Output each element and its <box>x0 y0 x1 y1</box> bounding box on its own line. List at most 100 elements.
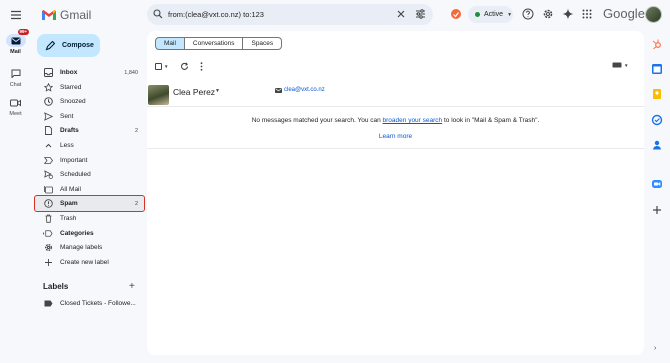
status-label: Active <box>484 11 504 18</box>
chevron-down-icon[interactable]: ▼ <box>215 88 220 94</box>
search-input[interactable] <box>168 8 388 21</box>
main-panel: Mail Conversations Spaces ▼ ▼ Clea Perez… <box>147 31 644 355</box>
chip-mail[interactable]: Mail <box>155 37 185 50</box>
chip-conversations[interactable]: Conversations <box>184 37 244 50</box>
sidebar-item-label: Important <box>60 156 88 164</box>
gear-icon <box>43 243 53 252</box>
sidebar-item-count: 1,840 <box>124 69 138 76</box>
gemini-sparkle-icon[interactable] <box>562 8 574 20</box>
sidebar-item-manage-labels[interactable]: Manage labels <box>35 240 144 255</box>
label-item[interactable]: Closed Tickets - Followe... <box>35 296 144 311</box>
keep-icon[interactable] <box>651 88 663 100</box>
compose-label: Compose <box>62 42 94 49</box>
input-tools-dropdown[interactable]: ▼ <box>612 62 628 68</box>
close-icon[interactable] <box>396 9 406 19</box>
all-mail-icon <box>43 185 53 194</box>
chevron-down-icon: ▼ <box>507 11 513 18</box>
sidebar-item-label: Manage labels <box>60 244 103 252</box>
contact-email-link[interactable]: clea@vxt.co.nz <box>284 87 325 93</box>
sidebar-item-all-mail[interactable]: All Mail <box>35 182 144 197</box>
sidebar-item-create-new-label[interactable]: Create new label <box>35 255 144 270</box>
scheduled-icon <box>43 170 53 180</box>
sidebar-item-label: Sent <box>60 112 74 120</box>
envelope-icon <box>275 88 282 93</box>
sidebar-item-label: Drafts <box>60 127 79 135</box>
sidebar-item-label: Spam <box>60 200 78 208</box>
chat-icon <box>11 69 20 78</box>
labels-heading: Labels <box>43 282 69 291</box>
refresh-icon[interactable] <box>180 62 189 71</box>
sidebar-item-drafts[interactable]: Drafts 2 <box>35 123 144 138</box>
sidebar-item-inbox[interactable]: Inbox 1,840 <box>35 65 144 80</box>
sidebar-item-count: 2 <box>134 200 138 207</box>
search-options-icon[interactable] <box>415 9 426 19</box>
status-dot <box>475 12 480 17</box>
mail-icon <box>11 37 20 44</box>
search-chips: Mail Conversations Spaces <box>155 37 283 50</box>
help-icon[interactable] <box>522 8 534 20</box>
sidebar-item-label: Categories <box>60 229 94 237</box>
pencil-icon <box>45 40 55 50</box>
rail-mail[interactable]: 99+ Mail <box>0 29 31 55</box>
rail-label-meet: Meet <box>9 111 22 117</box>
sidebar-item-starred[interactable]: Starred <box>35 80 144 95</box>
chevron-up-icon <box>43 141 53 150</box>
google-account-label[interactable]: Google <box>603 6 645 21</box>
send-icon <box>43 112 53 121</box>
compose-button[interactable]: Compose <box>37 34 100 57</box>
chip-spaces[interactable]: Spaces <box>243 37 283 50</box>
chevron-down-icon: ▼ <box>624 62 629 68</box>
learn-more-link[interactable]: Learn more <box>147 133 644 140</box>
sidebar-item-snoozed[interactable]: Snoozed <box>35 94 144 109</box>
empty-text-prefix: No messages matched your search. You can <box>251 117 383 124</box>
search-icon[interactable] <box>153 9 163 19</box>
sidebar-item-label: All Mail <box>60 185 81 193</box>
rail-chat[interactable]: Chat <box>0 67 31 88</box>
sidebar-item-label: Inbox <box>60 69 78 76</box>
chevron-down-icon[interactable]: ▼ <box>164 64 168 69</box>
inbox-icon <box>43 68 53 77</box>
gmail-logo[interactable]: Gmail <box>41 7 91 23</box>
chevron-right-icon[interactable]: › <box>654 345 656 352</box>
sidebar-item-less[interactable]: Less <box>35 138 144 153</box>
main-menu-icon[interactable] <box>9 8 23 22</box>
gear-icon[interactable] <box>542 8 554 20</box>
sidebar-item-important[interactable]: Important <box>35 153 144 168</box>
contact-card: Clea Perez ▼ clea@vxt.co.nz <box>147 83 644 107</box>
sidebar-item-trash[interactable]: Trash <box>35 211 144 226</box>
clock-icon <box>43 97 53 106</box>
draft-icon <box>43 126 53 136</box>
list-toolbar: ▼ <box>155 62 203 71</box>
label-item-label: Closed Tickets - Followe... <box>60 300 136 307</box>
plus-icon <box>43 258 53 267</box>
broaden-search-link[interactable]: broaden your search <box>383 117 443 124</box>
tasks-icon[interactable] <box>651 114 663 126</box>
add-addon-icon[interactable] <box>651 204 663 216</box>
apps-grid-icon[interactable] <box>582 9 592 19</box>
sidebar-item-label: Trash <box>60 215 77 222</box>
contacts-icon[interactable] <box>651 139 663 151</box>
hubspot-icon[interactable] <box>651 38 663 50</box>
sidebar-item-label: Starred <box>60 83 82 91</box>
sidebar-item-spam[interactable]: Spam 2 <box>34 195 145 213</box>
sidebar-item-scheduled[interactable]: Scheduled <box>35 167 144 182</box>
extension-icon[interactable] <box>450 8 462 20</box>
sidebar-item-sent[interactable]: Sent <box>35 109 144 124</box>
sidebar-item-label: Snoozed <box>60 98 86 106</box>
select-all-checkbox[interactable] <box>155 63 162 70</box>
zoom-icon[interactable] <box>651 178 663 190</box>
plus-icon[interactable]: + <box>129 281 135 292</box>
rail-meet[interactable]: Meet <box>0 96 31 117</box>
empty-state-message: No messages matched your search. You can… <box>147 117 644 124</box>
search-bar[interactable] <box>147 4 433 25</box>
calendar-icon[interactable] <box>651 63 663 75</box>
avatar[interactable] <box>645 6 662 23</box>
sidebar-item-categories[interactable]: Categories <box>35 226 144 241</box>
sidebar-item-label: Scheduled <box>60 171 91 179</box>
more-vert-icon[interactable] <box>200 62 203 71</box>
video-camera-icon <box>10 99 21 106</box>
contact-name[interactable]: Clea Perez <box>173 87 215 97</box>
status-dropdown[interactable]: Active ▼ <box>468 6 513 23</box>
contact-photo <box>148 85 169 105</box>
gmail-m-icon <box>42 10 56 20</box>
